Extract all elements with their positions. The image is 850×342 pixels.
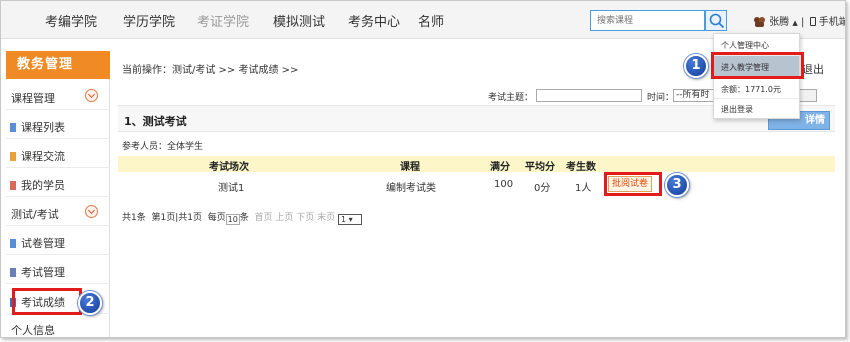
divider [6, 167, 110, 168]
cell-course: 编制考试类 [386, 183, 436, 194]
doc-icon [10, 123, 16, 132]
sidebar-item-course-exchange[interactable]: 课程交流 [10, 148, 65, 164]
scores-table: 考试场次 课程 满分 平均分 考生数 测试1 编制考试类 100 0分 1人 批… [118, 156, 835, 198]
pager-prev[interactable]: 上页 [275, 213, 293, 223]
sidebar-group-exam[interactable]: 测试/考试 [11, 205, 106, 222]
divider [6, 254, 110, 255]
exit-link[interactable]: 退出 [802, 61, 824, 77]
pagination: 共1条 第1页|共1页 每页 10 条 首页 上页 下页 末页 1 ▾ [122, 210, 363, 225]
col-header-session: 考试场次 [209, 162, 249, 173]
participants-text: 参考人员：全体学生 [122, 142, 204, 152]
sidebar-group-profile[interactable]: 个人信息 [11, 322, 106, 337]
highlight-box-teaching-management [711, 52, 804, 79]
divider [6, 109, 110, 110]
sidebar-item-course-list[interactable]: 课程列表 [10, 119, 65, 135]
breadcrumb: 当前操作：测试/考试 >> 考试成绩 >> [122, 65, 299, 76]
menu-item-logout[interactable]: 退出登录 [721, 104, 753, 115]
chevron-down-icon[interactable] [85, 89, 98, 102]
pager-per-page-suffix: 条 [239, 213, 249, 223]
nav-item-xueli[interactable]: 学历学院 [123, 11, 175, 30]
pager-per-page-prefix: 每页 [207, 213, 226, 223]
divider [6, 138, 110, 139]
section-title: 1、测试考试 [124, 115, 187, 128]
divider [6, 283, 110, 284]
cell-full-score: 100 [494, 179, 514, 190]
sidebar-item-paper-management[interactable]: 试卷管理 [10, 235, 65, 251]
col-header-average: 平均分 [525, 162, 555, 173]
nav-item-kaowu[interactable]: 考务中心 [348, 11, 400, 30]
avatar-icon [753, 16, 766, 27]
chat-icon [10, 152, 16, 161]
step-badge-2: 2 [78, 291, 102, 315]
step-badge-3: 3 [665, 173, 689, 197]
nav-item-moni[interactable]: 模拟测试 [273, 11, 325, 30]
page-frame: 考编学院 学历学院 考证学院 模拟测试 考务中心 名师 张腾 ▲ | 手机端 教… [0, 0, 846, 338]
table-header: 考试场次 课程 满分 平均分 考生数 [118, 156, 835, 173]
paper-icon [10, 239, 16, 248]
sidebar-group-course[interactable]: 课程管理 [11, 89, 106, 106]
sidebar-group-label: 课程管理 [11, 92, 55, 105]
nav-item-mingshi[interactable]: 名师 [418, 11, 444, 30]
filter-subject-input[interactable] [536, 89, 642, 102]
mobile-link[interactable]: 手机端 [819, 17, 845, 28]
pager-total: 共1条 [122, 213, 146, 223]
pager-page-info: 第1页|共1页 [151, 213, 202, 223]
search-icon [709, 13, 725, 29]
filter-time-label: 时间： [647, 93, 675, 103]
divider [714, 98, 799, 99]
search-button[interactable] [705, 10, 727, 31]
cell-examinees: 1人 [575, 183, 592, 194]
highlight-box-grade-paper [604, 172, 662, 196]
nav-item-kaobian[interactable]: 考编学院 [45, 11, 97, 30]
mobile-icon [809, 17, 816, 26]
chevron-down-icon[interactable] [85, 205, 98, 218]
menu-item-personal-center[interactable]: 个人管理中心 [721, 40, 769, 51]
highlight-box-exam-scores [12, 288, 82, 315]
col-header-full-score: 满分 [490, 162, 510, 173]
table-row: 测试1 编制考试类 100 0分 1人 批阅试卷 [118, 172, 835, 198]
search-input[interactable] [590, 10, 705, 31]
divider [6, 225, 110, 226]
sidebar-item-my-students[interactable]: 我的学员 [10, 177, 65, 193]
user-area[interactable]: 张腾 ▲ | 手机端 [753, 13, 845, 28]
sidebar-item-exam-management[interactable]: 考试管理 [10, 264, 65, 280]
exam-icon [10, 268, 16, 277]
topnav-separator: | [800, 17, 805, 28]
users-icon [10, 181, 16, 190]
col-header-examinees: 考生数 [566, 162, 596, 173]
cell-average: 0分 [534, 183, 551, 194]
menu-item-balance: 余额：1771.0元 [721, 85, 781, 94]
filter-extra-box[interactable] [797, 89, 817, 102]
col-header-course: 课程 [400, 162, 420, 173]
pager-last[interactable]: 末页 [317, 213, 335, 223]
sidebar-group-label: 测试/考试 [11, 208, 59, 221]
sidebar-title: 教务管理 [6, 51, 110, 79]
caret-up-icon: ▲ [792, 19, 798, 27]
nav-item-kaozheng[interactable]: 考证学院 [197, 11, 249, 30]
pager-first[interactable]: 首页 [254, 213, 272, 223]
pager-next[interactable]: 下页 [296, 213, 314, 223]
filter-subject-label: 考试主题： [488, 93, 534, 103]
cell-session: 测试1 [218, 183, 245, 194]
per-page-input[interactable]: 10 [225, 214, 240, 225]
user-name[interactable]: 张腾 [769, 17, 789, 28]
divider [6, 196, 110, 197]
page-select[interactable]: 1 ▾ [338, 214, 363, 225]
step-badge-1: 1 [684, 54, 708, 78]
filter-time-select[interactable]: --所有时 [673, 89, 715, 102]
